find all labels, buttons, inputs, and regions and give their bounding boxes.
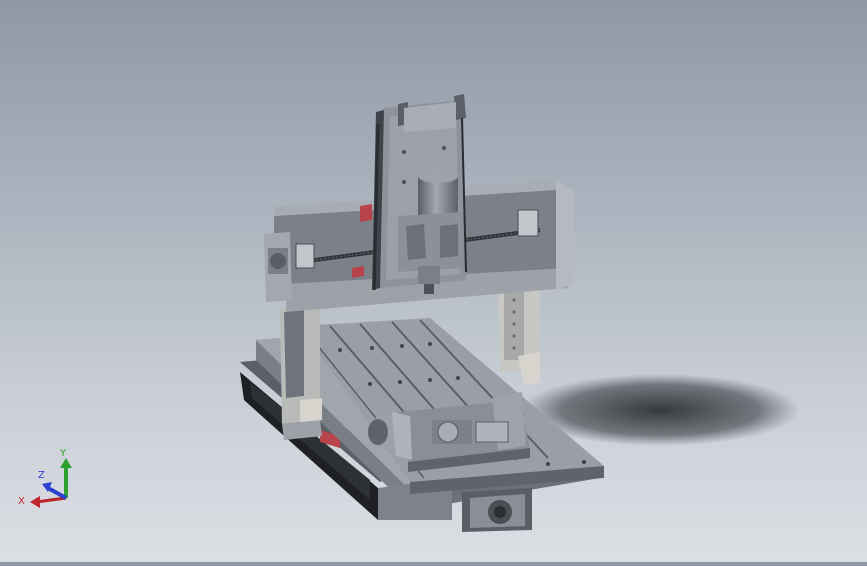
right-upright [498,282,540,386]
x-axis-arrow [35,496,67,504]
y-axis-label: Y [59,448,67,459]
left-upright [280,306,322,440]
y-motor-mount [462,488,532,532]
z-axis-label: Z [38,470,45,481]
cnc-model[interactable] [0,0,867,562]
orientation-triad[interactable]: Y X Z [16,444,86,514]
y-arrow-head [60,458,72,468]
graphics-viewport[interactable]: Y X Z [0,0,867,562]
z-axis-arrow [47,486,67,500]
x-axis-label: X [18,496,25,507]
x-arrow-head [30,496,40,508]
